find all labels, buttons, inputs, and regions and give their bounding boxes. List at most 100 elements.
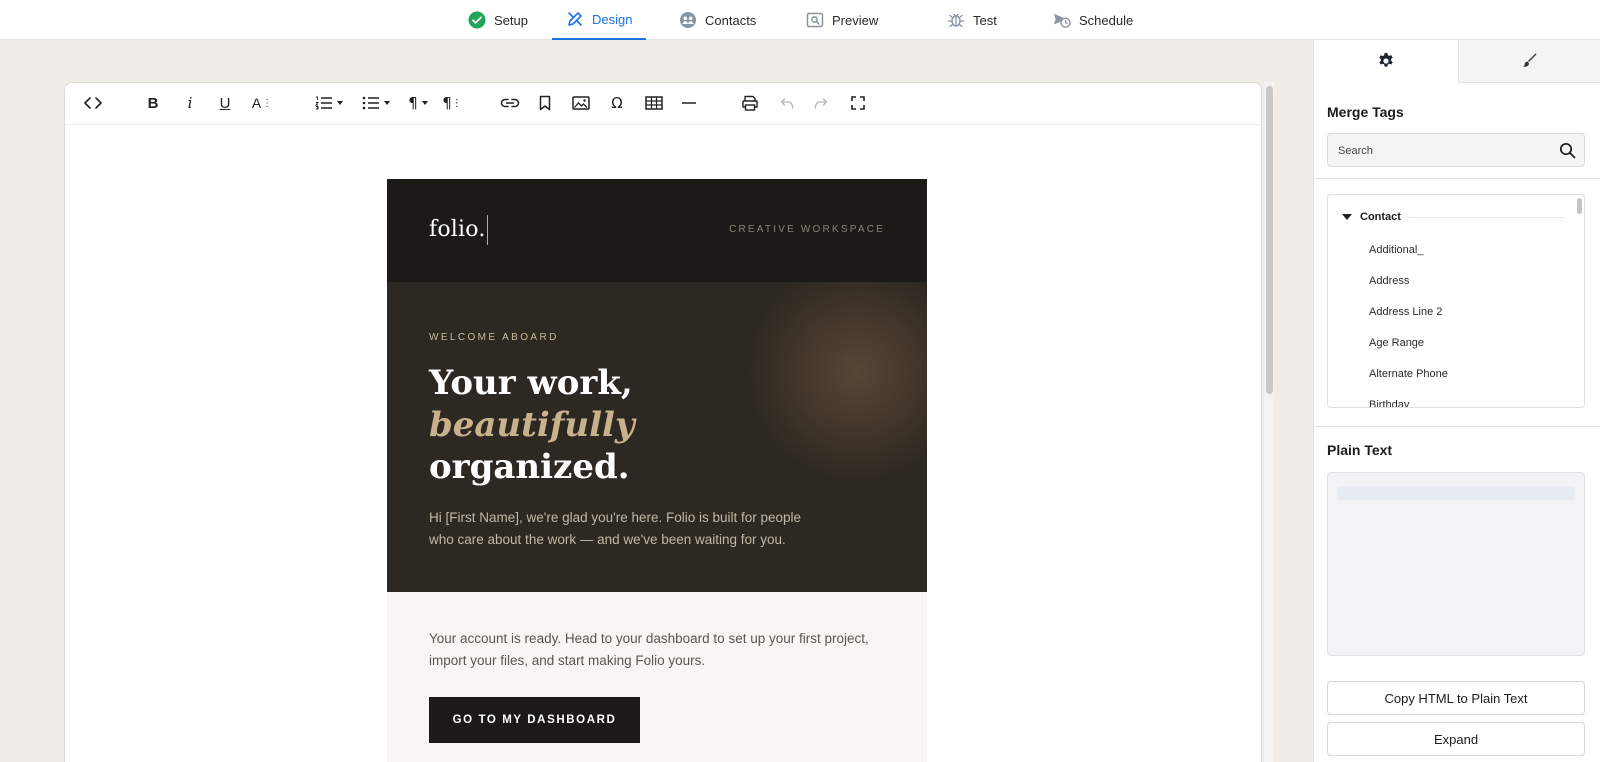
link-icon <box>500 98 520 108</box>
tab-setup[interactable]: Setup <box>454 0 542 40</box>
paragraph-format-icon: ¶ <box>442 94 452 112</box>
merge-tag-item[interactable]: Birthday <box>1369 399 1409 407</box>
tab-label: Schedule <box>1079 12 1134 28</box>
merge-tag-group-contact[interactable]: Contact <box>1338 207 1564 227</box>
image-icon <box>572 96 590 110</box>
merge-tag-item[interactable]: Address Line 2 <box>1369 306 1442 318</box>
bookmark-icon <box>539 95 551 111</box>
copy-html-to-plain-text-button[interactable]: Copy HTML to Plain Text <box>1327 681 1585 715</box>
hero-copy: Hi [First Name], we're glad you're here.… <box>429 510 802 547</box>
hero-section: WELCOME ABOARD Your work, beautifully or… <box>387 282 927 592</box>
tab-preview[interactable]: Preview <box>792 0 892 40</box>
table-button[interactable] <box>643 92 665 114</box>
right-panel: Merge Tags Contact Additional_ Address A… <box>1313 40 1600 762</box>
bookmark-button[interactable] <box>537 92 553 114</box>
group-divider <box>1408 216 1564 218</box>
panel-tab-style[interactable] <box>1458 40 1600 83</box>
redo-button[interactable] <box>812 92 832 114</box>
bug-icon <box>947 13 965 28</box>
code-view-button[interactable] <box>82 92 104 114</box>
undo-icon <box>780 98 794 109</box>
dashboard-cta-button[interactable]: GO TO MY DASHBOARD <box>429 697 640 743</box>
gear-icon <box>1379 53 1393 67</box>
tab-label: Test <box>973 12 997 28</box>
merge-tags-list[interactable]: Contact Additional_ Address Address Line… <box>1327 194 1585 408</box>
headline-line-3: organized. <box>429 447 630 487</box>
merge-tag-item[interactable]: Additional_ <box>1369 244 1423 256</box>
print-icon <box>742 95 758 111</box>
merge-tag-item[interactable]: Address <box>1369 275 1409 287</box>
hero-headline: Your work, beautifully organized. <box>429 362 635 488</box>
email-body-section: Your account is ready. Head to your dash… <box>387 592 927 762</box>
paragraph-button[interactable]: ¶ <box>405 92 431 114</box>
chevron-down-icon <box>337 101 343 105</box>
email-preview[interactable]: folio. CREATIVE WORKSPACE WELCOME ABOARD… <box>387 179 927 762</box>
tab-label: Preview <box>832 12 879 28</box>
italic-button[interactable]: i <box>181 92 199 114</box>
special-char-button[interactable]: Ω <box>608 92 626 114</box>
tab-test[interactable]: Test <box>933 0 1011 40</box>
plain-text-placeholder-line <box>1337 486 1575 500</box>
bold-button[interactable]: B <box>144 92 162 114</box>
brush-icon <box>1523 53 1537 67</box>
redo-icon <box>814 98 828 109</box>
panel-tab-settings[interactable] <box>1314 40 1458 83</box>
link-button[interactable] <box>499 92 521 114</box>
font-size-dots: ⋮ <box>262 97 273 109</box>
bold-icon: B <box>147 94 159 112</box>
ordered-list-icon <box>315 96 332 110</box>
caret-down-icon <box>1342 214 1352 220</box>
merge-tags-title: Merge Tags <box>1327 104 1404 120</box>
bullet-list-button[interactable] <box>358 92 394 114</box>
brand-name: folio. <box>429 217 486 242</box>
paragraph-format-button[interactable]: ¶ ⋮ <box>442 92 462 114</box>
text-cursor <box>486 215 488 245</box>
fullscreen-icon <box>851 96 865 110</box>
plain-text-title: Plain Text <box>1327 442 1393 458</box>
divider <box>1314 178 1600 179</box>
divider <box>1314 426 1600 427</box>
plain-text-area[interactable] <box>1327 472 1585 656</box>
merge-tags-search-input[interactable] <box>1338 142 1538 160</box>
editor-scrollbar-thumb[interactable] <box>1266 86 1273 394</box>
tab-design[interactable]: Design <box>552 0 647 40</box>
fullscreen-button[interactable] <box>849 92 867 114</box>
merge-tag-item[interactable]: Age Range <box>1369 337 1424 349</box>
schedule-send-icon <box>1053 13 1071 28</box>
headline-line-1: Your work, <box>429 363 633 403</box>
headline-line-2: beautifully <box>429 405 635 445</box>
group-label: Contact <box>1360 211 1401 223</box>
undo-button[interactable] <box>776 92 796 114</box>
horizontal-rule-icon <box>682 102 696 104</box>
hero-eyebrow: WELCOME ABOARD <box>429 332 559 343</box>
merge-tags-search[interactable] <box>1327 133 1585 167</box>
image-button[interactable] <box>571 92 591 114</box>
top-navigation: Setup Design Contacts Preview Test Sched… <box>0 0 1600 40</box>
body-copy: Your account is ready. Head to your dash… <box>429 631 869 668</box>
merge-tag-item[interactable]: Alternate Phone <box>1369 368 1448 380</box>
underline-button[interactable]: U <box>216 92 234 114</box>
check-circle-icon <box>468 11 486 29</box>
editor-toolbar: B i U A ⋮ ¶ ¶ ⋮ Ω <box>65 83 1261 125</box>
font-size-icon: A <box>251 95 262 111</box>
tag-list-scroll-thumb[interactable] <box>1577 198 1582 214</box>
code-view-icon <box>84 97 102 109</box>
paragraph-icon: ¶ <box>408 94 418 112</box>
hero-glow <box>727 282 927 482</box>
tab-label: Contacts <box>705 12 757 28</box>
paragraph-format-dots: ⋮ <box>451 97 462 109</box>
brand-logo: folio. <box>429 215 488 245</box>
expand-button[interactable]: Expand <box>1327 722 1585 756</box>
print-button[interactable] <box>739 92 761 114</box>
tab-schedule[interactable]: Schedule <box>1039 0 1147 40</box>
ordered-list-button[interactable] <box>311 92 347 114</box>
chevron-down-icon <box>421 101 428 105</box>
horizontal-rule-button[interactable] <box>680 92 698 114</box>
search-icon[interactable] <box>1559 142 1576 159</box>
font-size-button[interactable]: A ⋮ <box>251 92 273 114</box>
brand-tagline: CREATIVE WORKSPACE <box>729 224 885 235</box>
tab-contacts[interactable]: Contacts <box>665 0 770 40</box>
preview-icon <box>806 12 824 28</box>
email-header: folio. CREATIVE WORKSPACE <box>387 179 927 282</box>
table-icon <box>645 96 663 110</box>
